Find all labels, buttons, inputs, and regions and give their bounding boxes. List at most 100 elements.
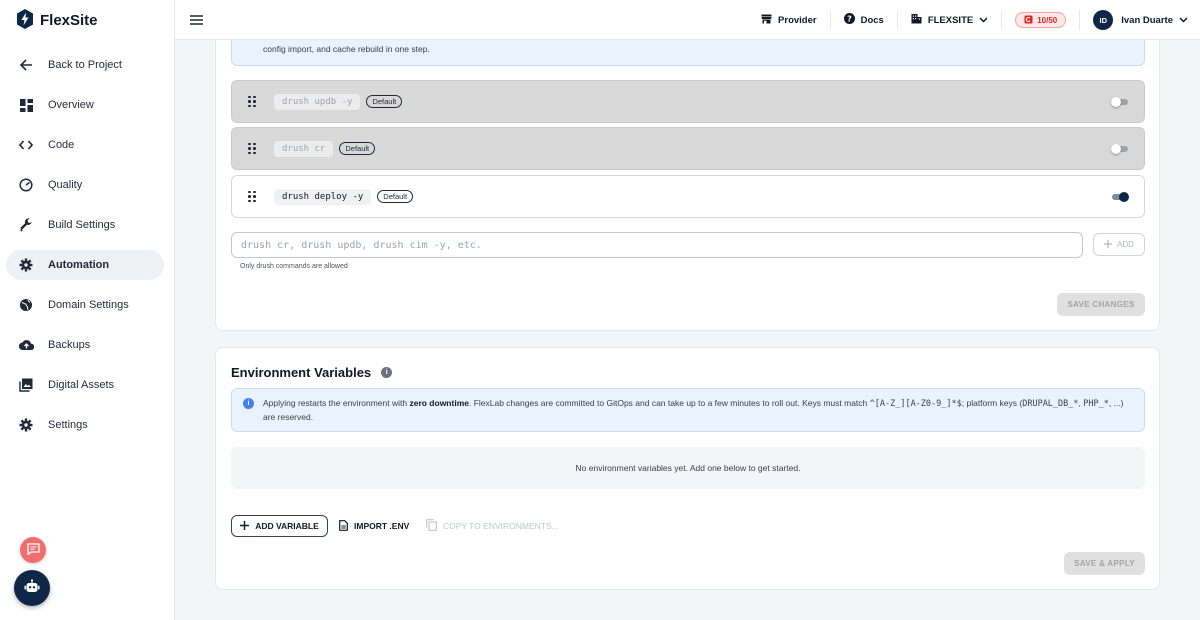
env-vars-heading: Environment Variables i [231,365,393,380]
top-bar: Provider ? Docs FLEXSITE 10/50 ID Ivan D… [175,0,1200,40]
sidebar-item-label: Digital Assets [48,379,115,391]
automation-card: config import, and cache rebuild in one … [215,0,1160,331]
sidebar-item-label: Domain Settings [48,299,129,311]
gauge-icon [18,177,34,193]
copy-label: COPY TO ENVIRONMENTS... [443,521,559,531]
wrench-icon [18,217,34,233]
robot-icon [24,579,40,597]
default-badge: Default [366,95,403,108]
globe-icon [18,297,34,313]
sidebar-item-quality[interactable]: Quality [6,170,164,200]
sidebar-item-domain-settings[interactable]: Domain Settings [6,290,164,320]
sidebar-item-label: Quality [48,179,83,191]
sidebar-item-label: Overview [48,99,94,111]
dashboard-icon [18,97,34,113]
command-row: drush deploy -y Default [231,175,1145,218]
info-icon: i [243,398,254,409]
command-toggle[interactable] [1111,97,1129,107]
sidebar-item-backups[interactable]: Backups [6,330,164,360]
svg-text:?: ? [847,14,852,23]
drag-handle-icon[interactable] [248,142,258,155]
add-variable-label: ADD VARIABLE [255,521,319,531]
chat-icon [26,542,40,558]
sidebar-item-back-to-project[interactable]: Back to Project [6,50,164,80]
env-info-text: Applying restarts the environment with z… [263,397,1133,424]
command-toggle[interactable] [1111,144,1129,154]
arrow-left-icon [18,57,34,73]
user-name: Ivan Duarte [1121,14,1173,26]
provider-link[interactable]: Provider [748,10,831,30]
drag-handle-icon[interactable] [248,95,258,108]
sidebar-item-label: Back to Project [48,59,122,71]
save-and-apply-button[interactable]: SAVE & APPLY [1064,552,1145,575]
sidebar-item-automation[interactable]: Automation [6,250,164,280]
sidebar-item-build-settings[interactable]: Build Settings [6,210,164,240]
menu-icon[interactable] [189,13,203,27]
assistant-bot-button[interactable] [14,570,50,606]
drag-handle-icon[interactable] [248,190,258,203]
add-command-button[interactable]: ADD [1093,233,1145,256]
sidebar-item-overview[interactable]: Overview [6,90,164,120]
feedback-button[interactable] [20,537,46,563]
copy-to-environments-button[interactable]: COPY TO ENVIRONMENTS... [426,516,559,536]
empty-state: No environment variables yet. Add one be… [231,447,1145,489]
provider-label: Provider [778,14,817,26]
command-row: drush updb -y Default [231,80,1145,123]
help-icon: ? [843,13,855,27]
gear-icon [18,257,34,273]
info-icon[interactable]: i [381,367,393,378]
sidebar-item-label: Automation [48,259,110,271]
store-icon [761,14,772,27]
site-selector[interactable]: FLEXSITE [898,10,1003,30]
command-row: drush cr Default [231,127,1145,170]
brand-name: FlexSite [40,12,98,29]
info-text-part: . FlexLab changes are committed to GitOp… [468,398,870,408]
brand[interactable]: FlexSite [0,0,174,41]
command-input[interactable] [231,232,1083,258]
sidebar-item-label: Settings [48,419,88,431]
sidebar-item-code[interactable]: Code [6,130,164,160]
docs-label: Docs [860,14,884,26]
info-text-bold: zero downtime [409,398,469,408]
command-text: drush updb -y [274,93,361,110]
cloud-upload-icon [18,337,34,353]
default-badge: Default [339,142,376,155]
add-label: ADD [1117,240,1134,249]
info-text-part: Applying restarts the environment with [263,398,410,408]
section-title: Environment Variables [231,365,372,380]
command-toggle[interactable] [1111,192,1129,202]
gear-icon [18,417,34,433]
import-env-button[interactable]: IMPORT .ENV [339,516,409,536]
env-vars-card: Environment Variables i i Applying resta… [215,347,1160,590]
quota-badge[interactable]: 10/50 [1015,12,1067,28]
top-actions: Provider ? Docs FLEXSITE 10/50 ID Ivan D… [748,0,1200,40]
sidebar-item-label: Build Settings [48,219,116,231]
image-gallery-icon [18,377,34,393]
quota-section: 10/50 [1002,10,1081,30]
default-badge: Default [377,190,414,203]
avatar: ID [1093,10,1114,30]
plus-icon [240,520,250,532]
info-key-pattern: ^[A-Z_][A-Z0-9_]*$ [869,399,962,409]
copy-icon [426,519,437,533]
quota-label: 10/50 [1037,15,1058,25]
code-icon [18,137,34,153]
site-label: FLEXSITE [927,14,974,26]
quota-icon [1024,15,1033,26]
sidebar: FlexSite Back to Project Overview Code Q… [0,0,175,620]
info-reserved-key: PHP_* [1083,399,1109,409]
info-reserved-key: DRUPAL_DB_* [1022,399,1079,409]
command-hint: Only drush commands are allowed [240,263,348,270]
user-menu[interactable]: ID Ivan Duarte [1080,10,1200,30]
import-label: IMPORT .ENV [354,521,410,531]
add-variable-button[interactable]: ADD VARIABLE [231,515,328,537]
save-changes-button[interactable]: SAVE CHANGES [1057,293,1145,316]
sidebar-item-settings[interactable]: Settings [6,410,164,440]
plus-icon [1104,239,1113,250]
sidebar-item-label: Backups [48,339,91,351]
command-text: drush deploy -y [274,188,372,205]
docs-link[interactable]: ? Docs [831,10,898,30]
sidebar-item-digital-assets[interactable]: Digital Assets [6,370,164,400]
chevron-down-icon [979,15,988,26]
info-text-part: ; platform keys ( [961,398,1023,408]
